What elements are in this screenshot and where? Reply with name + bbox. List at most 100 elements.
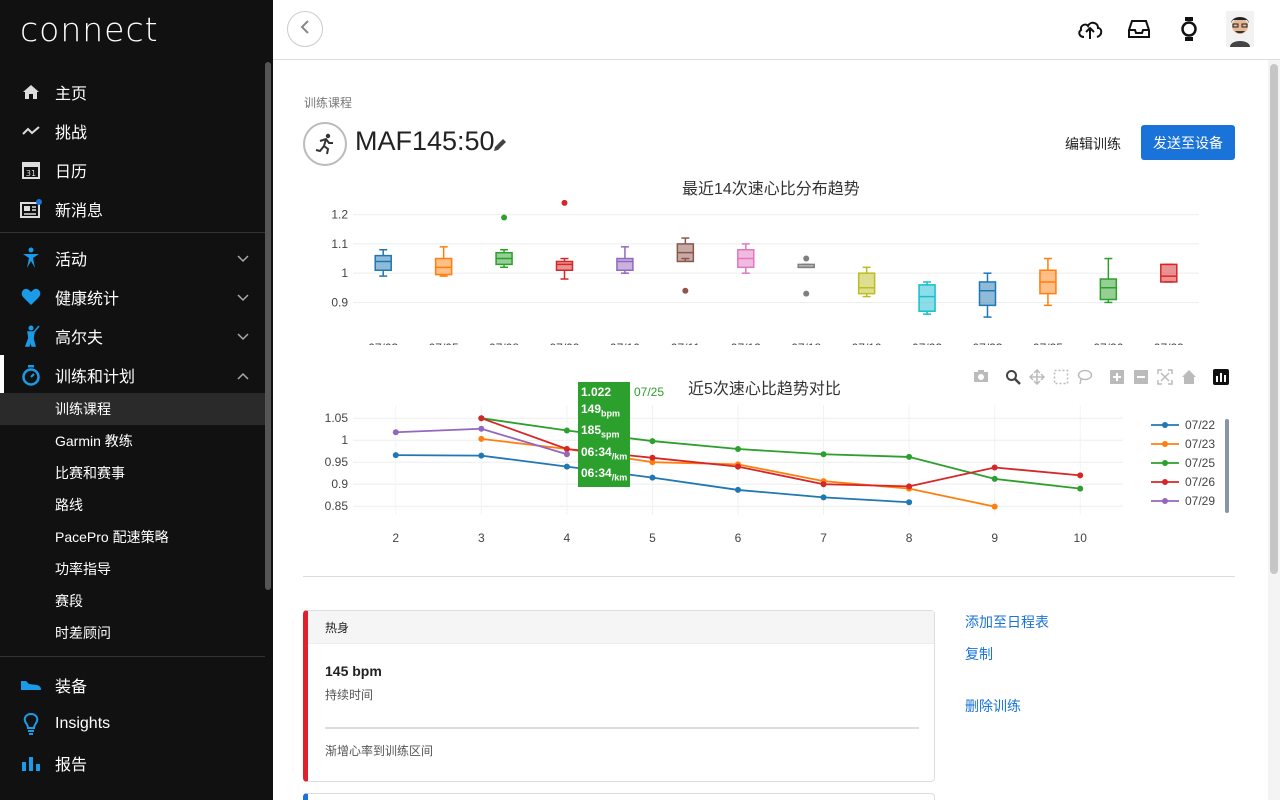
pencil-icon[interactable] — [493, 138, 507, 157]
y-tick-label: 1 — [341, 433, 348, 447]
x-tick-label: 7 — [820, 531, 827, 545]
home-icon — [20, 81, 42, 103]
data-point — [991, 503, 998, 510]
legend-label: 07/22 — [1185, 418, 1215, 432]
x-tick-label: 10 — [1074, 531, 1088, 545]
news-icon — [20, 198, 42, 220]
subnav-workouts[interactable]: 训练课程 — [0, 393, 265, 425]
sidebar-item-label: 挑战 — [55, 124, 88, 142]
copy-link[interactable]: 复制 — [965, 644, 993, 664]
lightbulb-icon — [20, 712, 42, 735]
sidebar-item-label: 训练和计划 — [55, 368, 136, 386]
sidebar: connect 主页 挑战 31 日历 新消息 活动 健康统计 高尔夫 训练和计… — [0, 0, 273, 800]
tooltip-distance: 1000 — [581, 487, 608, 502]
x-tick-label: 07/12 — [731, 341, 761, 345]
reset-home-icon[interactable] — [1181, 369, 1197, 390]
step-duration-label: 持续时间 — [325, 688, 374, 702]
data-point — [392, 429, 399, 436]
shoe-icon — [20, 674, 42, 696]
y-tick-label: 0.9 — [331, 477, 348, 491]
lasso-icon[interactable] — [1077, 369, 1093, 390]
back-button[interactable] — [287, 11, 323, 47]
pan-icon[interactable] — [1028, 368, 1046, 390]
data-point — [563, 463, 570, 470]
x-tick-label: 8 — [906, 531, 913, 545]
delete-workout-link[interactable]: 删除训练 — [965, 696, 1021, 716]
autoscale-icon[interactable] — [1157, 369, 1173, 390]
sidebar-item-gear[interactable]: 装备 — [0, 665, 265, 704]
box-select-icon[interactable] — [1053, 369, 1069, 390]
connect-logo[interactable]: connect — [20, 10, 159, 49]
sidebar-item-challenge[interactable]: 挑战 — [0, 111, 265, 150]
subnav-garmin-coach[interactable]: Garmin 教练 — [0, 425, 265, 457]
y-tick-label: 0.9 — [331, 295, 348, 309]
subnav-power-guide[interactable]: 功率指导 — [0, 553, 265, 585]
subnav-courses[interactable]: 路线 — [0, 489, 265, 521]
avatar[interactable] — [1226, 11, 1254, 52]
workout-step-card[interactable] — [303, 793, 935, 800]
sidebar-item-news[interactable]: 新消息 — [0, 189, 265, 228]
upload-icon[interactable] — [1077, 19, 1103, 46]
edit-workout-link[interactable]: 编辑训练 — [1065, 134, 1121, 154]
tooltip-date: 07/25 — [634, 385, 665, 399]
zoom-icon[interactable] — [1005, 369, 1021, 390]
step-target-value: 145 bpm — [325, 663, 382, 679]
box-chart[interactable]: 0.9 1 1.1 1.2 07/03 07/05 07/08 07/09 07/10 07/11… — [303, 200, 1235, 345]
x-tick-label: 2 — [392, 531, 399, 545]
watch-icon[interactable] — [1181, 16, 1197, 47]
sidebar-item-insights[interactable]: Insights — [0, 704, 265, 743]
data-point — [991, 464, 998, 471]
sidebar-item-activity[interactable]: 活动 — [0, 238, 265, 277]
x-tick-label: 07/11 — [671, 341, 700, 345]
subnav-segments[interactable]: 赛段 — [0, 585, 265, 617]
x-tick-label: 6 — [735, 531, 742, 545]
subnav-pacepro[interactable]: PacePro 配速策略 — [0, 521, 265, 553]
tooltip-pace: 06:34 — [581, 444, 612, 459]
data-point — [563, 446, 570, 452]
x-tick-label: 9 — [991, 531, 998, 545]
sidebar-item-training[interactable]: 训练和计划 — [0, 355, 265, 394]
page-scrollbar[interactable] — [1268, 60, 1280, 800]
box — [1160, 263, 1178, 283]
tooltip-pace-unit: /km — [611, 472, 628, 483]
line-chart[interactable]: 0.85 0.9 0.95 1 1.05 2 3 4 5 6 7 8 9 10 07/22 07/23 07/2… — [303, 405, 1235, 545]
legend-marker — [1162, 422, 1168, 428]
tooltip-value: 1.022 — [581, 385, 612, 399]
zoom-out-icon[interactable] — [1133, 369, 1149, 390]
box-chart-title: 最近14次速心比分布趋势 — [682, 181, 860, 198]
plotly-logo-icon[interactable] — [1213, 369, 1229, 390]
step-note: 渐增心率到训练区间 — [325, 744, 434, 758]
data-point — [478, 425, 485, 432]
camera-icon[interactable] — [973, 369, 989, 388]
box-outlier — [501, 214, 508, 221]
data-point — [478, 435, 485, 442]
heart-icon — [20, 286, 42, 308]
data-point — [1077, 472, 1084, 479]
x-tick-label: 07/05 — [429, 341, 459, 345]
sidebar-item-health[interactable]: 健康统计 — [0, 277, 265, 316]
sidebar-item-home[interactable]: 主页 — [0, 72, 265, 111]
sidebar-item-label: 新消息 — [55, 202, 104, 220]
chevron-up-icon — [237, 367, 249, 385]
sidebar-item-golf[interactable]: 高尔夫 — [0, 316, 265, 355]
box — [555, 260, 574, 271]
page-title: MAF145:50 — [355, 126, 495, 156]
sidebar-item-reports[interactable]: 报告 — [0, 743, 265, 782]
breadcrumb[interactable]: 训练课程 — [304, 94, 352, 111]
zoom-in-icon[interactable] — [1109, 369, 1125, 390]
subnav-races[interactable]: 比赛和赛事 — [0, 457, 265, 489]
sidebar-scrollbar[interactable] — [265, 62, 271, 590]
add-to-calendar-link[interactable]: 添加至日程表 — [965, 612, 1049, 632]
legend-label: 07/29 — [1185, 494, 1215, 508]
legend-marker — [1162, 498, 1168, 504]
scrollbar-thumb[interactable] — [1270, 64, 1278, 574]
subnav-jet-lag[interactable]: 时差顾问 — [0, 617, 265, 649]
data-point — [478, 452, 485, 459]
tooltip-pace-unit: /km — [611, 451, 628, 462]
sidebar-item-calendar[interactable]: 31 日历 — [0, 150, 265, 189]
x-tick-label: 07/22 — [912, 341, 942, 345]
box — [857, 272, 876, 295]
send-to-device-button[interactable]: 发送至设备 — [1141, 125, 1235, 160]
workout-step-card[interactable]: 热身 145 bpm 持续时间 渐增心率到训练区间 — [303, 610, 935, 782]
inbox-icon[interactable] — [1128, 19, 1150, 44]
